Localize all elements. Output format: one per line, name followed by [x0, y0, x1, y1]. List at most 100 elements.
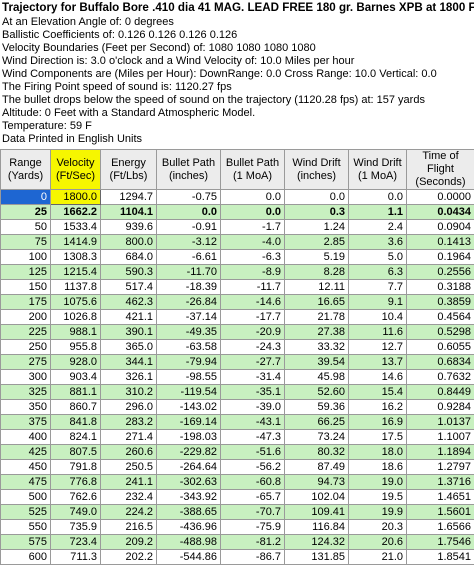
table-row[interactable]: 75 1414.9 800.0 -3.12 -4.0 2.85 3.6 0.1413: [0, 234, 474, 250]
table-row[interactable]: 575 723.4 209.2 -488.98 -81.2 124.32 20.6 1.754…: [0, 534, 474, 550]
table-cell[interactable]: 0.0: [284, 189, 349, 205]
table-cell[interactable]: -119.54: [156, 384, 221, 400]
table-row[interactable]: 400 824.1 271.4 -198.03 -47.3 73.24 17.5 1.1007: [0, 429, 474, 445]
table-cell[interactable]: 776.8: [50, 474, 101, 490]
table-cell[interactable]: -39.0: [220, 399, 285, 415]
table-cell[interactable]: 1215.4: [50, 264, 101, 280]
table-cell[interactable]: 12.11: [284, 279, 349, 295]
table-row[interactable]: 350 860.7 296.0 -143.02 -39.0 59.36 16.2 0.9284: [0, 399, 474, 415]
table-row[interactable]: 325 881.1 310.2 -119.54 -35.1 52.60 15.4 0.8449: [0, 384, 474, 400]
table-cell[interactable]: 11.6: [348, 324, 407, 340]
column-header[interactable]: Time of Flight (Seconds): [406, 149, 474, 190]
table-cell[interactable]: 87.49: [284, 459, 349, 475]
table-cell[interactable]: 52.60: [284, 384, 349, 400]
table-cell[interactable]: 575: [0, 534, 51, 550]
table-cell[interactable]: 100: [0, 249, 51, 265]
table-cell[interactable]: 0.0000: [406, 189, 474, 205]
table-cell[interactable]: 19.9: [348, 504, 407, 520]
table-cell[interactable]: 824.1: [50, 429, 101, 445]
table-cell[interactable]: 939.6: [100, 219, 157, 235]
table-cell[interactable]: -56.2: [220, 459, 285, 475]
table-row[interactable]: 300 903.4 326.1 -98.55 -31.4 45.98 14.6 0.7632: [0, 369, 474, 385]
table-cell[interactable]: 224.2: [100, 504, 157, 520]
table-cell[interactable]: -143.02: [156, 399, 221, 415]
table-cell[interactable]: 325: [0, 384, 51, 400]
column-header[interactable]: Bullet Path (inches): [156, 149, 221, 190]
table-cell[interactable]: -343.92: [156, 489, 221, 505]
table-cell[interactable]: 1075.6: [50, 294, 101, 310]
table-cell[interactable]: 0.3859: [406, 294, 474, 310]
table-cell[interactable]: 75: [0, 234, 51, 250]
table-cell[interactable]: -6.3: [220, 249, 285, 265]
table-cell[interactable]: 45.98: [284, 369, 349, 385]
table-row[interactable]: 425 807.5 260.6 -229.82 -51.6 80.32 18.0 1.1894: [0, 444, 474, 460]
table-cell[interactable]: -0.75: [156, 189, 221, 205]
table-cell[interactable]: 296.0: [100, 399, 157, 415]
table-cell[interactable]: 711.3: [50, 549, 101, 565]
table-cell[interactable]: 525: [0, 504, 51, 520]
table-cell[interactable]: 0.1413: [406, 234, 474, 250]
table-row[interactable]: 50 1533.4 939.6 -0.91 -1.7 1.24 2.4 0.0904: [0, 219, 474, 235]
table-cell[interactable]: 881.1: [50, 384, 101, 400]
table-cell[interactable]: 390.1: [100, 324, 157, 340]
table-cell[interactable]: 0.6055: [406, 339, 474, 355]
table-cell[interactable]: -75.9: [220, 519, 285, 535]
table-cell[interactable]: 350: [0, 399, 51, 415]
table-cell[interactable]: -11.7: [220, 279, 285, 295]
table-cell[interactable]: 131.85: [284, 549, 349, 565]
table-row[interactable]: 450 791.8 250.5 -264.64 -56.2 87.49 18.6 1.2797: [0, 459, 474, 475]
table-cell[interactable]: 15.4: [348, 384, 407, 400]
table-cell[interactable]: -229.82: [156, 444, 221, 460]
table-row[interactable]: 25 1662.2 1104.1 0.0 0.0 0.3 1.1 0.0434: [0, 204, 474, 220]
table-cell[interactable]: -98.55: [156, 369, 221, 385]
table-cell[interactable]: 94.73: [284, 474, 349, 490]
table-cell[interactable]: -79.94: [156, 354, 221, 370]
table-cell[interactable]: 2.4: [348, 219, 407, 235]
table-row[interactable]: 125 1215.4 590.3 -11.70 -8.9 8.28 6.3 0.2556: [0, 264, 474, 280]
table-cell[interactable]: 1662.2: [50, 204, 101, 220]
table-row[interactable]: 525 749.0 224.2 -388.65 -70.7 109.41 19.9 1.560…: [0, 504, 474, 520]
table-cell[interactable]: 109.41: [284, 504, 349, 520]
table-cell[interactable]: -20.9: [220, 324, 285, 340]
table-cell[interactable]: 216.5: [100, 519, 157, 535]
table-cell[interactable]: -264.64: [156, 459, 221, 475]
table-cell[interactable]: 344.1: [100, 354, 157, 370]
table-cell[interactable]: 517.4: [100, 279, 157, 295]
table-row[interactable]: 200 1026.8 421.1 -37.14 -17.7 21.78 10.4 0.4564: [0, 309, 474, 325]
table-cell[interactable]: 202.2: [100, 549, 157, 565]
table-cell[interactable]: 73.24: [284, 429, 349, 445]
table-cell[interactable]: 0.9284: [406, 399, 474, 415]
table-cell[interactable]: -11.70: [156, 264, 221, 280]
table-cell[interactable]: 1294.7: [100, 189, 157, 205]
table-cell[interactable]: 19.0: [348, 474, 407, 490]
table-cell[interactable]: 25: [0, 204, 51, 220]
table-cell[interactable]: 375: [0, 414, 51, 430]
table-cell[interactable]: 955.8: [50, 339, 101, 355]
table-cell[interactable]: 8.28: [284, 264, 349, 280]
table-cell[interactable]: 841.8: [50, 414, 101, 430]
table-cell[interactable]: -388.65: [156, 504, 221, 520]
table-cell[interactable]: -1.7: [220, 219, 285, 235]
table-cell[interactable]: 21.0: [348, 549, 407, 565]
table-cell[interactable]: 250.5: [100, 459, 157, 475]
table-cell[interactable]: 1.2797: [406, 459, 474, 475]
table-cell[interactable]: 150: [0, 279, 51, 295]
table-cell[interactable]: 326.1: [100, 369, 157, 385]
table-cell[interactable]: -26.84: [156, 294, 221, 310]
table-cell[interactable]: 1.1: [348, 204, 407, 220]
table-cell[interactable]: -81.2: [220, 534, 285, 550]
table-cell[interactable]: 20.3: [348, 519, 407, 535]
table-cell[interactable]: 275: [0, 354, 51, 370]
table-cell[interactable]: 310.2: [100, 384, 157, 400]
table-cell[interactable]: 1.24: [284, 219, 349, 235]
table-cell[interactable]: -24.3: [220, 339, 285, 355]
table-row[interactable]: 550 735.9 216.5 -436.96 -75.9 116.84 20.3 1.656…: [0, 519, 474, 535]
table-cell[interactable]: 16.65: [284, 294, 349, 310]
column-header[interactable]: Bullet Path (1 MoA): [220, 149, 285, 190]
table-cell[interactable]: 0.5298: [406, 324, 474, 340]
table-cell[interactable]: 462.3: [100, 294, 157, 310]
table-cell[interactable]: 300: [0, 369, 51, 385]
table-row[interactable]: 225 988.1 390.1 -49.35 -20.9 27.38 11.6 0.5298: [0, 324, 474, 340]
table-cell[interactable]: 1137.8: [50, 279, 101, 295]
table-cell[interactable]: -37.14: [156, 309, 221, 325]
